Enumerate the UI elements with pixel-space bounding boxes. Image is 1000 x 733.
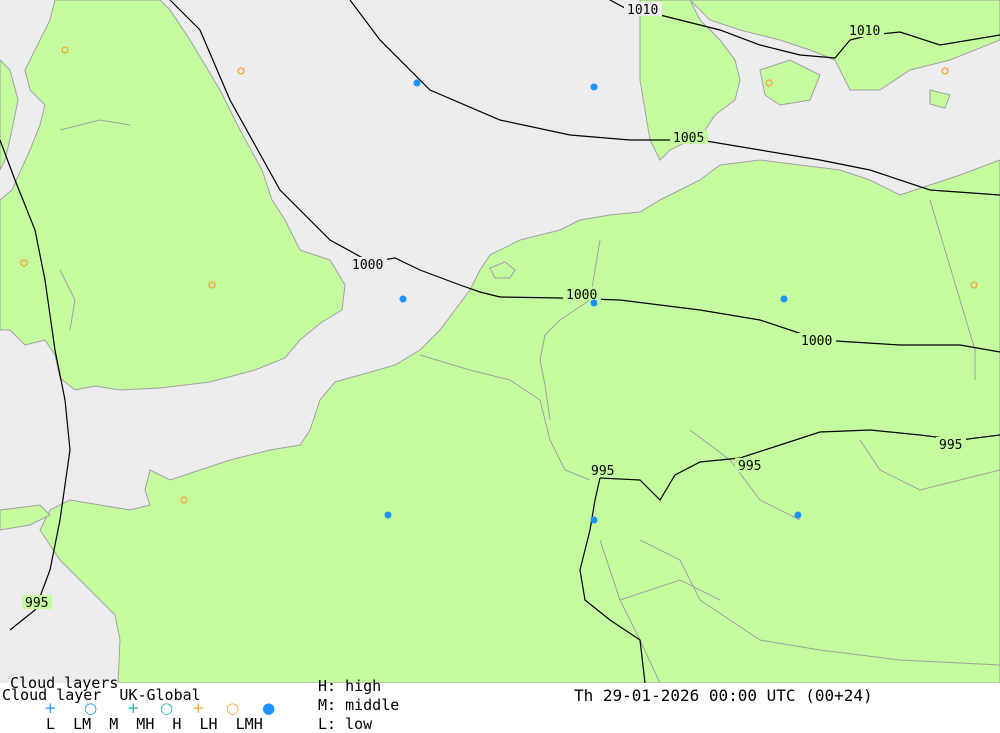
lmh-dot	[794, 511, 802, 519]
isobar-label: 1000	[352, 258, 383, 273]
legend-panel: Cloud layers Cloud layer UK-Global + ○ +…	[0, 675, 1000, 733]
isobar-label: 1010	[627, 3, 658, 18]
isobar-label: 1005	[673, 131, 704, 146]
lmh-dot	[399, 295, 407, 303]
weather-map: 1010 1010 1005 1000 1000 1000 995 995 99…	[0, 0, 1000, 683]
isobar-label: 995	[591, 464, 614, 479]
legend-key-low: L: low	[318, 715, 373, 733]
lmh-dot	[413, 79, 421, 87]
lmh-dot	[780, 295, 788, 303]
dot-icon-low-middle-high: ●	[262, 699, 276, 717]
isobar-label: 1000	[801, 334, 832, 349]
legend-key-middle: M: middle	[318, 696, 400, 714]
isobar-label: 1010	[849, 24, 880, 39]
legend-codes: L LM M MH H LH LMH	[46, 715, 263, 733]
legend-key-high: H: high	[318, 677, 382, 695]
isobar-label: 995	[738, 459, 761, 474]
isobar-label: 995	[939, 438, 962, 453]
lmh-dot	[590, 299, 598, 307]
forecast-datetime: Th 29-01-2026 00:00 UTC (00+24)	[574, 686, 873, 705]
isobar-label: 995	[25, 596, 48, 611]
lmh-dot	[384, 511, 392, 519]
lmh-dot	[590, 83, 598, 91]
lmh-dot	[590, 516, 598, 524]
